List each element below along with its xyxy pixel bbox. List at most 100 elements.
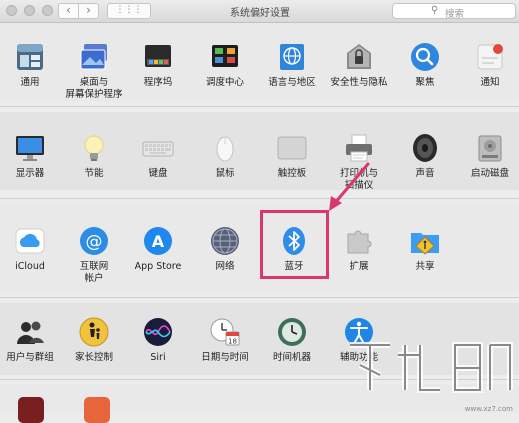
displays-icon	[14, 132, 46, 164]
pref-trackpad[interactable]: 触控板	[260, 132, 324, 180]
pref-label: 调度中心	[205, 77, 244, 88]
extensions-icon	[343, 225, 375, 257]
pref-label: 启动磁盘	[470, 168, 509, 179]
pref-icloud[interactable]: iCloud	[0, 225, 62, 273]
pref-security-privacy[interactable]: 安全性与隐私	[327, 41, 391, 89]
pref-app-store[interactable]: A App Store	[126, 225, 190, 273]
calendar-day-glyph: 18	[228, 338, 237, 346]
spotlight-icon	[409, 41, 441, 73]
show-all-grid-button[interactable]: ⋮⋮⋮	[107, 3, 151, 19]
app-store-icon: A	[142, 225, 174, 257]
pref-label: App Store	[134, 261, 182, 272]
pref-network[interactable]: 网络	[193, 225, 257, 273]
pref-startup-disk[interactable]: 启动磁盘	[458, 132, 519, 180]
pref-label: 扩展	[349, 261, 369, 272]
zoom-window-button[interactable]	[42, 5, 53, 16]
startup-disk-icon	[474, 132, 506, 164]
pref-parental-controls[interactable]: 家长控制	[62, 316, 126, 364]
close-window-button[interactable]	[6, 5, 17, 16]
mouse-icon	[209, 132, 241, 164]
pref-time-machine[interactable]: 时间机器	[260, 316, 324, 364]
pref-spotlight[interactable]: 聚焦	[393, 41, 457, 89]
network-icon	[209, 225, 241, 257]
pref-label: 桌面与 屏幕保护程序	[65, 77, 123, 100]
pref-sharing[interactable]: 共享	[393, 225, 457, 273]
search-field[interactable]: ⚲ 搜索	[392, 3, 516, 20]
pref-label: 共享	[415, 261, 435, 272]
time-machine-icon	[276, 316, 308, 348]
pref-notifications[interactable]: 通知	[458, 41, 519, 89]
site-watermark: www.xz7.com	[330, 330, 519, 413]
trackpad-icon	[276, 132, 308, 164]
at-sign-glyph: @	[86, 232, 103, 252]
app-store-glyph: A	[152, 232, 165, 251]
back-button[interactable]: ‹	[58, 3, 79, 19]
minimize-window-button[interactable]	[24, 5, 35, 16]
pref-label: Siri	[150, 352, 166, 363]
dock-icon	[142, 41, 174, 73]
bluetooth-highlight-box	[260, 210, 329, 279]
pref-label: 触控板	[277, 168, 307, 179]
pref-label: 节能	[84, 168, 104, 179]
pref-users-groups[interactable]: 用户与群组	[0, 316, 62, 364]
pref-label: 用户与群组	[6, 352, 54, 363]
pref-label: 打印机与 扫描仪	[339, 168, 378, 191]
forward-button[interactable]: ›	[78, 3, 99, 19]
watermark-caption: www.xz7.com	[464, 405, 513, 413]
internet-accounts-icon: @	[78, 225, 110, 257]
general-icon	[14, 41, 46, 73]
pref-label: 时间机器	[272, 352, 311, 363]
energy-saver-icon	[78, 132, 110, 164]
date-time-icon: 18	[209, 316, 241, 348]
keyboard-icon	[142, 132, 174, 164]
section-divider	[0, 297, 519, 298]
siri-icon	[142, 316, 174, 348]
language-region-icon	[276, 41, 308, 73]
pref-label: 安全性与隐私	[330, 77, 388, 88]
users-groups-icon	[14, 316, 46, 348]
pref-keyboard[interactable]: 键盘	[126, 132, 190, 180]
pref-energy-saver[interactable]: 节能	[62, 132, 126, 180]
parental-controls-icon	[78, 316, 110, 348]
flash-player-icon[interactable]	[18, 397, 44, 423]
pref-displays[interactable]: 显示器	[0, 132, 62, 180]
pref-mission-control[interactable]: 调度中心	[193, 41, 257, 89]
pref-label: 键盘	[148, 168, 168, 179]
window-title: 系统偏好设置	[230, 8, 290, 19]
pref-label: 语言与地区	[268, 77, 316, 88]
desktop-screensaver-icon	[78, 41, 110, 73]
pref-extensions[interactable]: 扩展	[327, 225, 391, 273]
pref-label: 鼠标	[215, 168, 235, 179]
pref-siri[interactable]: Siri	[126, 316, 190, 364]
icloud-icon	[14, 225, 46, 257]
pref-sound[interactable]: 声音	[393, 132, 457, 180]
printers-scanners-icon	[343, 132, 375, 164]
sound-icon	[409, 132, 441, 164]
pref-label: 通用	[20, 77, 40, 88]
section-divider	[0, 198, 519, 199]
section-divider	[0, 106, 519, 107]
pref-dock[interactable]: 程序坞	[126, 41, 190, 89]
title-bar: ‹ › ⋮⋮⋮ 系统偏好设置 ⚲ 搜索	[0, 0, 519, 23]
pref-internet-accounts[interactable]: @ 互联网 帐户	[62, 225, 126, 285]
pref-label: 通知	[480, 77, 500, 88]
pref-date-time[interactable]: 18 日期与时间	[193, 316, 257, 364]
pref-desktop-screensaver[interactable]: 桌面与 屏幕保护程序	[62, 41, 126, 101]
third-party-pref-icon[interactable]	[84, 397, 110, 423]
pref-language-region[interactable]: 语言与地区	[260, 41, 324, 89]
search-icon: ⚲	[431, 5, 439, 16]
pref-mouse[interactable]: 鼠标	[193, 132, 257, 180]
pref-label: 程序坞	[143, 77, 173, 88]
pref-printers-scanners[interactable]: 打印机与 扫描仪	[327, 132, 391, 192]
pref-label: 日期与时间	[201, 352, 249, 363]
sharing-icon	[409, 225, 441, 257]
pref-label: 声音	[415, 168, 435, 179]
pref-label: 网络	[215, 261, 235, 272]
pref-label: 显示器	[15, 168, 45, 179]
mission-control-icon	[209, 41, 241, 73]
pref-label: iCloud	[15, 261, 45, 272]
pref-label: 聚焦	[415, 77, 435, 88]
security-privacy-icon	[343, 41, 375, 73]
pref-general[interactable]: 通用	[0, 41, 62, 89]
search-placeholder: 搜索	[445, 9, 465, 20]
